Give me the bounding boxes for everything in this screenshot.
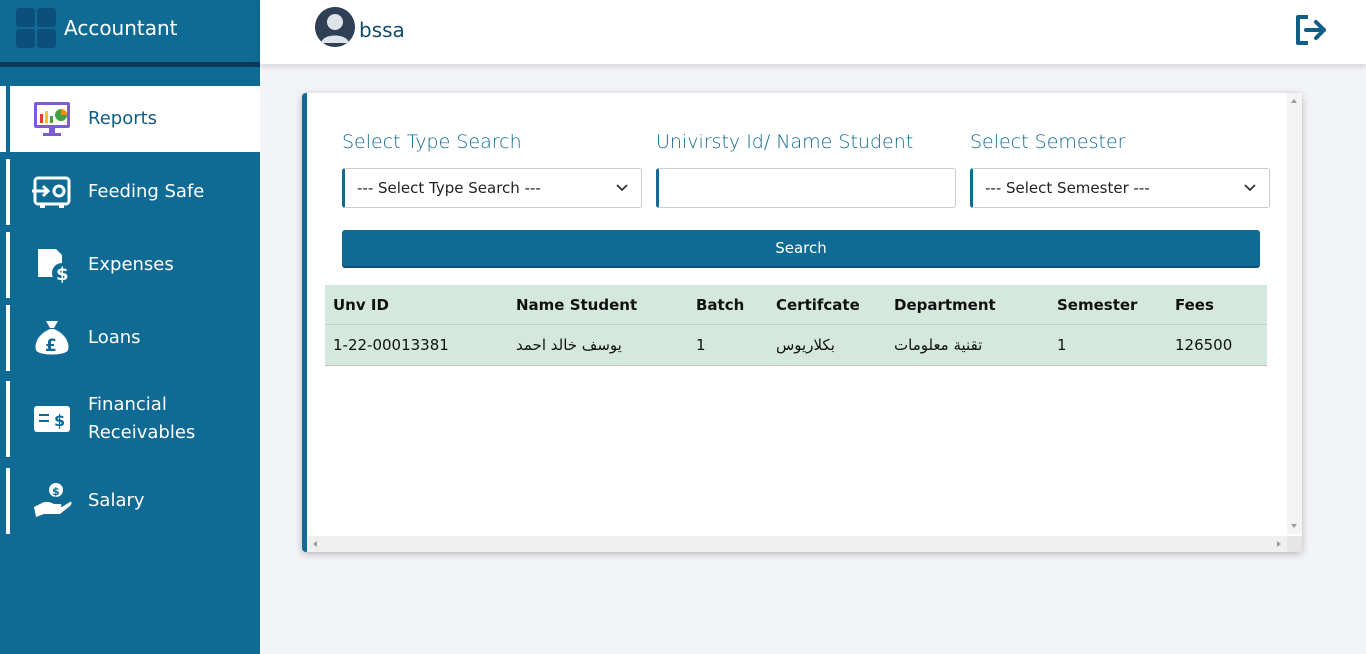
sidebar-item-salary[interactable]: $ Salary (0, 468, 260, 534)
cell-certificate: بكلاريوس (776, 336, 835, 354)
report-card: Select Type Search Univirsty Id/ Name St… (302, 93, 1302, 552)
results-table: Unv ID Name Student Batch Certifcate Dep… (325, 285, 1267, 366)
table-row[interactable]: 1-22-00013381 يوسف خالد احمد 1 بكلاريوس … (325, 325, 1267, 366)
type-search-value: --- Select Type Search --- (357, 179, 541, 197)
column-header: Name Student (516, 295, 638, 314)
semester-label: Select Semester (970, 131, 1126, 153)
sidebar-item-feeding-safe[interactable]: Feeding Safe (0, 159, 260, 225)
user-name: bssa (359, 18, 405, 42)
search-button[interactable]: Search (342, 230, 1260, 268)
chevron-down-icon (616, 184, 628, 192)
cell-semester: 1 (1057, 336, 1067, 354)
student-id-input[interactable] (656, 168, 956, 208)
type-search-label: Select Type Search (342, 131, 522, 153)
cell-department: تقنية معلومات (894, 336, 983, 354)
semester-select[interactable]: --- Select Semester --- (970, 168, 1270, 208)
vertical-scrollbar[interactable] (1287, 93, 1302, 534)
cell-unv-id: 1-22-00013381 (333, 336, 449, 354)
salary-icon: $ (32, 481, 72, 521)
brand: Accountant (0, 0, 260, 60)
logout-icon[interactable] (1294, 14, 1328, 46)
top-header: bssa (260, 0, 1366, 64)
sidebar-item-label: Feeding Safe (88, 181, 205, 202)
sidebar-item-label: Expenses (88, 254, 174, 275)
sidebar-item-label: Loans (88, 327, 141, 348)
sidebar-item-label: Salary (88, 490, 145, 511)
column-header: Batch (696, 295, 745, 314)
sidebar-item-financial-receivables[interactable]: $ Financial Receivables (0, 381, 260, 457)
column-header: Department (894, 295, 996, 314)
column-header: Semester (1057, 295, 1138, 314)
svg-text:$: $ (52, 485, 60, 498)
brand-divider (0, 62, 260, 67)
cell-name-student: يوسف خالد احمد (516, 336, 622, 354)
column-header: Fees (1175, 295, 1214, 314)
column-header: Unv ID (333, 295, 389, 314)
avatar[interactable] (315, 7, 355, 47)
sidebar-item-label: Financial Receivables (88, 394, 196, 443)
app-title: Accountant (64, 16, 178, 40)
chevron-down-icon (1244, 184, 1256, 192)
table-header: Unv ID Name Student Batch Certifcate Dep… (325, 285, 1267, 325)
loans-icon: £ (32, 318, 72, 358)
svg-text:$: $ (56, 264, 69, 285)
sidebar: Accountant Reports Feeding Safe $ Expens… (0, 0, 260, 654)
student-id-label: Univirsty Id/ Name Student (656, 131, 914, 153)
reports-icon (32, 99, 72, 139)
svg-text:£: £ (45, 336, 57, 356)
receivables-icon: $ (32, 399, 72, 439)
sidebar-item-expenses[interactable]: $ Expenses (0, 232, 260, 298)
svg-text:$: $ (54, 411, 65, 430)
scrollbar-corner (1287, 536, 1302, 552)
sidebar-item-label: Reports (88, 108, 158, 129)
feeding-safe-icon (32, 172, 72, 212)
cell-fees: 126500 (1175, 336, 1233, 354)
semester-value: --- Select Semester --- (985, 179, 1150, 197)
expenses-icon: $ (32, 245, 72, 285)
sidebar-item-reports[interactable]: Reports (0, 86, 260, 152)
type-search-select[interactable]: --- Select Type Search --- (342, 168, 642, 208)
app-logo-icon (16, 8, 58, 50)
column-header: Certifcate (776, 295, 860, 314)
sidebar-item-loans[interactable]: £ Loans (0, 305, 260, 371)
cell-batch: 1 (696, 336, 706, 354)
horizontal-scrollbar[interactable] (307, 536, 1287, 552)
